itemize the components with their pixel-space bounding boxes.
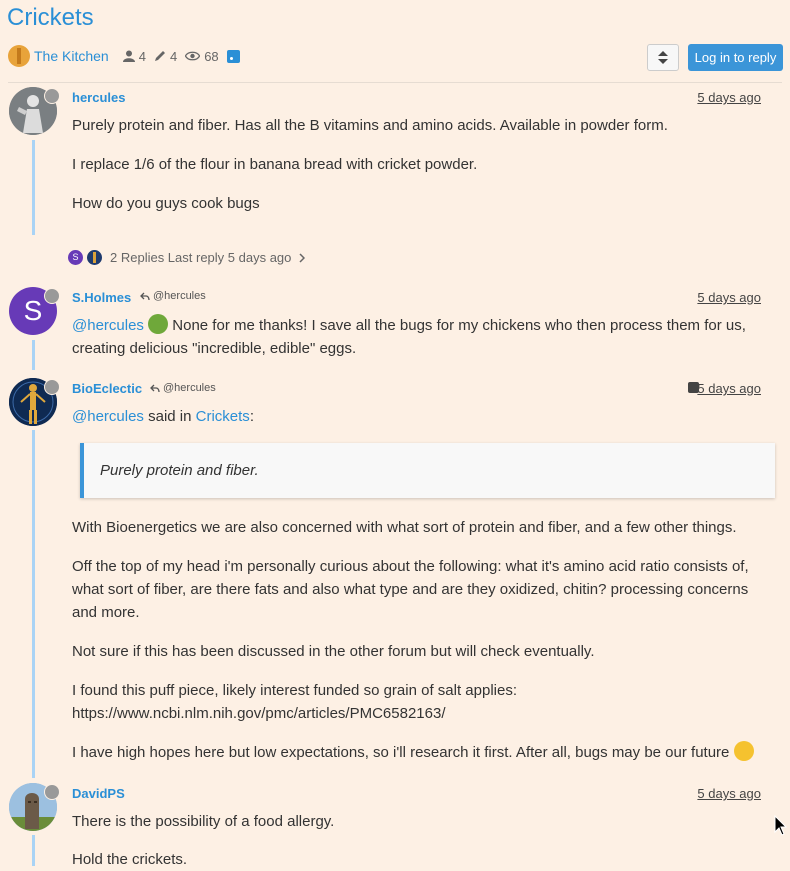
status-offline-icon	[44, 88, 60, 104]
header-divider	[8, 82, 782, 83]
post-paragraph: @hercules None for me thanks! I save all…	[72, 314, 772, 360]
eye-icon	[185, 51, 201, 61]
sort-button[interactable]	[647, 44, 679, 71]
status-offline-icon	[44, 288, 60, 304]
username-hercules[interactable]: hercules	[72, 90, 125, 105]
thread-line	[32, 140, 35, 235]
reply-avatar-bioeclectic	[87, 250, 102, 265]
sort-icon	[658, 51, 668, 64]
category-link[interactable]: The Kitchen	[34, 48, 109, 64]
parent-username: @hercules	[153, 290, 206, 302]
posts-count: 4	[169, 48, 178, 64]
topic-link[interactable]: Crickets	[196, 408, 250, 425]
post-text: None for me thanks! I save all the bugs …	[72, 317, 746, 357]
parent-post-link[interactable]: @hercules	[150, 382, 216, 394]
reply-icon	[150, 384, 160, 392]
login-to-reply-button[interactable]: Log in to reply	[688, 44, 783, 71]
mention-link[interactable]: @hercules	[72, 317, 144, 334]
username-sholmes[interactable]: S.Holmes	[72, 290, 131, 305]
colon: :	[249, 408, 254, 425]
status-offline-icon	[44, 379, 60, 395]
posts-stat: 4	[154, 49, 177, 64]
thread-line	[32, 835, 35, 866]
quote-text: Purely protein and fiber.	[100, 462, 259, 479]
post-link[interactable]: Hold the crickets.	[72, 848, 772, 871]
post-text: I have high hopes here but low expectati…	[72, 744, 730, 761]
post-paragraph: How do you guys cook bugs	[72, 195, 260, 212]
category-icon	[8, 45, 30, 67]
parent-username: @hercules	[163, 382, 216, 394]
username-bioeclectic[interactable]: BioEclectic	[72, 381, 142, 396]
posters-count: 4	[138, 48, 146, 64]
post-paragraph: There is the possibility of a food aller…	[72, 813, 335, 830]
replies-summary[interactable]: S 2 Replies Last reply 5 days ago	[68, 250, 306, 265]
post-time[interactable]: 5 days ago	[697, 90, 761, 105]
pencil-icon	[154, 51, 165, 61]
views-stat: 68	[185, 48, 219, 64]
mention-link[interactable]: @hercules	[72, 408, 144, 425]
post-paragraph: With Bioenergetics we are also concerned…	[72, 519, 737, 536]
topic-title: Crickets	[7, 4, 94, 31]
said-in-text: said in	[148, 408, 192, 425]
post-paragraph: Not sure if this has been discussed in t…	[72, 643, 595, 660]
user-icon	[122, 50, 135, 62]
post-paragraph: @hercules said in Crickets:	[72, 405, 772, 428]
thread-line	[32, 340, 35, 370]
chevron-right-icon	[299, 252, 306, 263]
blockquote: Purely protein and fiber.	[80, 443, 775, 498]
replies-summary-text: 2 Replies Last reply 5 days ago	[110, 250, 292, 265]
post-paragraph: I have high hopes here but low expectati…	[72, 741, 772, 764]
post-paragraph: Purely protein and fiber. Has all the B …	[72, 117, 668, 134]
external-link[interactable]: https://www.ncbi.nlm.nih.gov/pmc/article…	[72, 702, 772, 725]
mouse-cursor-icon	[774, 815, 788, 836]
rss-icon[interactable]	[226, 49, 240, 63]
posters-stat: 4	[122, 48, 146, 64]
topic-meta: The Kitchen 4 4 68	[8, 44, 240, 68]
post-time[interactable]: 5 days ago	[697, 381, 761, 396]
post-paragraph: I found this puff piece, likely interest…	[72, 682, 517, 699]
post-time[interactable]: 5 days ago	[697, 786, 761, 801]
reply-icon	[140, 292, 150, 300]
parent-post-link[interactable]: @hercules	[140, 290, 206, 302]
nauseated-face-icon	[148, 314, 169, 334]
slightly-smiling-face-icon	[733, 741, 754, 761]
status-offline-icon	[44, 784, 60, 800]
username-davidps[interactable]: DavidPS	[72, 786, 125, 801]
reply-avatar-sholmes: S	[68, 250, 83, 265]
views-count: 68	[204, 48, 219, 64]
post-time[interactable]: 5 days ago	[697, 290, 761, 305]
post-paragraph: I replace 1/6 of the flour in banana bre…	[72, 156, 478, 173]
post-paragraph: Off the top of my head i'm personally cu…	[72, 558, 749, 621]
thread-line	[32, 430, 35, 778]
